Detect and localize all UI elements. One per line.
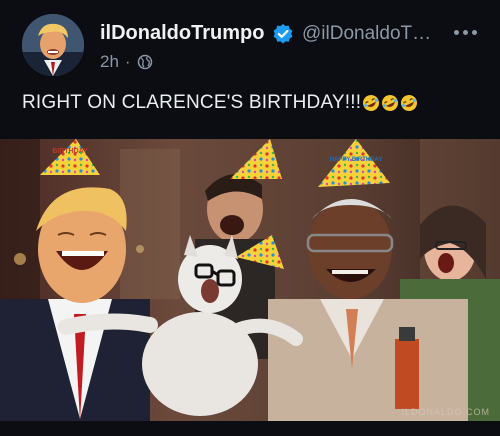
avatar-photo-icon: [22, 14, 84, 76]
meme-image: BIRTHDAY HAPPY BIRTHDAY: [0, 139, 500, 421]
rolling-on-floor-laughing-emoji-icon: [401, 95, 418, 111]
more-options-icon[interactable]: [448, 20, 482, 44]
post-media-image[interactable]: BIRTHDAY HAPPY BIRTHDAY ILDONALDO.COM: [0, 139, 500, 421]
verified-badge-icon: [273, 24, 293, 44]
post-time[interactable]: 2h: [100, 52, 119, 72]
author-handle[interactable]: @ilDonaldoT…: [302, 23, 440, 45]
dot: [471, 29, 477, 35]
hat-text: BIRTHDAY: [52, 148, 88, 155]
rolling-on-floor-laughing-emoji-icon: [363, 95, 380, 111]
post-header: ilDonaldoTrumpo @ilDonaldoT… 2h ·: [0, 0, 500, 86]
footer-strip: [0, 421, 500, 436]
rolling-on-floor-laughing-emoji-icon: [382, 95, 399, 111]
globe-icon: [137, 54, 152, 70]
author-avatar[interactable]: [22, 14, 84, 76]
media-watermark: ILDONALDO.COM: [401, 407, 490, 417]
dot: [453, 29, 459, 35]
post-card[interactable]: ilDonaldoTrumpo @ilDonaldoT… 2h · RIGHT …: [0, 0, 500, 436]
post-meta: 2h ·: [100, 52, 153, 72]
hat-text: HAPPY BIRTHDAY: [330, 157, 383, 163]
post-text: RIGHT ON CLARENCE'S BIRTHDAY!!!: [22, 92, 418, 114]
post-text-content: RIGHT ON CLARENCE'S BIRTHDAY!!!: [22, 92, 362, 113]
author-display-name[interactable]: ilDonaldoTrumpo: [100, 22, 264, 45]
meta-separator: ·: [124, 52, 131, 71]
dot: [462, 29, 468, 35]
